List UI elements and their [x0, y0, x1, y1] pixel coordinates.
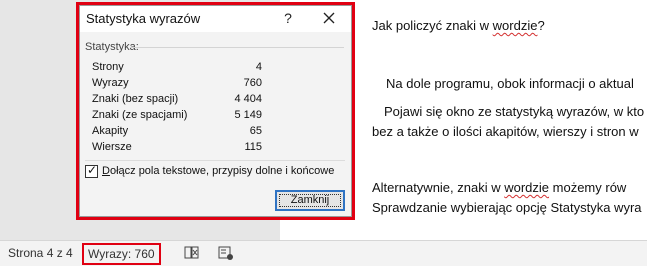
- stat-value: 4 404: [234, 93, 262, 105]
- check-icon: ✓: [87, 163, 98, 177]
- stat-label: Strony: [92, 61, 124, 73]
- include-textboxes-checkbox[interactable]: ✓: [85, 163, 98, 178]
- stat-row-chars-no-spaces: Znaki (bez spacji) 4 404: [92, 93, 262, 109]
- stat-value: 760: [243, 77, 262, 89]
- stat-label: Akapity: [92, 125, 129, 137]
- stat-label: Znaki (ze spacjami): [92, 109, 188, 121]
- group-divider: [130, 47, 344, 48]
- doc-paragraph-1: Na dole programu, obok informacji o aktu…: [386, 76, 634, 91]
- doc-paragraph-3-line-1: Alternatywnie, znaki w wordzie możemy ró…: [372, 180, 627, 195]
- stat-value: 115: [244, 141, 262, 153]
- dialog-divider: [85, 160, 345, 161]
- page-number-indicator[interactable]: Strona 4 z 4: [8, 241, 73, 266]
- doc-paragraph-3-line-2: Sprawdzanie wybierając opcję Statystyka …: [372, 200, 642, 215]
- stat-row-chars-with-spaces: Znaki (ze spacjami) 5 149: [92, 109, 262, 125]
- stat-value: 65: [249, 125, 262, 137]
- stat-label: Wyrazy: [92, 77, 129, 89]
- close-button[interactable]: Zamknij: [275, 190, 345, 211]
- doc-heading: Jak policzyć znaki w wordzie?: [372, 18, 545, 33]
- stat-value: 5 149: [234, 109, 262, 121]
- help-button[interactable]: ?: [278, 8, 298, 28]
- proofing-icon[interactable]: [184, 246, 200, 265]
- focus-rect: [279, 194, 341, 207]
- dialog-titlebar[interactable]: Statystyka wyrazów ?: [80, 6, 351, 32]
- stat-row-words: Wyrazy 760: [92, 77, 262, 93]
- stat-row-lines: Wiersze 115: [92, 141, 262, 157]
- dialog-title: Statystyka wyrazów: [86, 11, 201, 26]
- accessibility-icon[interactable]: [218, 246, 234, 265]
- stat-row-paragraphs: Akapity 65: [92, 125, 262, 141]
- spelling-error: wordzie: [492, 18, 538, 33]
- word-count-dialog: Statystyka wyrazów ? Statystyka: Strony …: [79, 5, 352, 217]
- stat-value: 4: [255, 61, 262, 73]
- word-count-indicator[interactable]: Wyrazy: 760: [82, 243, 161, 265]
- stat-row-pages: Strony 4: [92, 61, 262, 77]
- stat-label: Znaki (bez spacji): [92, 93, 179, 105]
- spelling-error: wordzie: [504, 180, 550, 195]
- status-bar: Strona 4 z 4 Wyrazy: 760: [0, 240, 647, 266]
- doc-paragraph-2-line-2: bez a także o ilości akapitów, wierszy i…: [372, 124, 639, 139]
- close-icon[interactable]: [318, 8, 340, 28]
- stat-label: Wiersze: [92, 141, 132, 153]
- include-textboxes-label[interactable]: Dołącz pola tekstowe, przypisy dolne i k…: [102, 165, 334, 177]
- doc-paragraph-2-line-1: Pojawi się okno ze statystyką wyrazów, w…: [384, 104, 645, 119]
